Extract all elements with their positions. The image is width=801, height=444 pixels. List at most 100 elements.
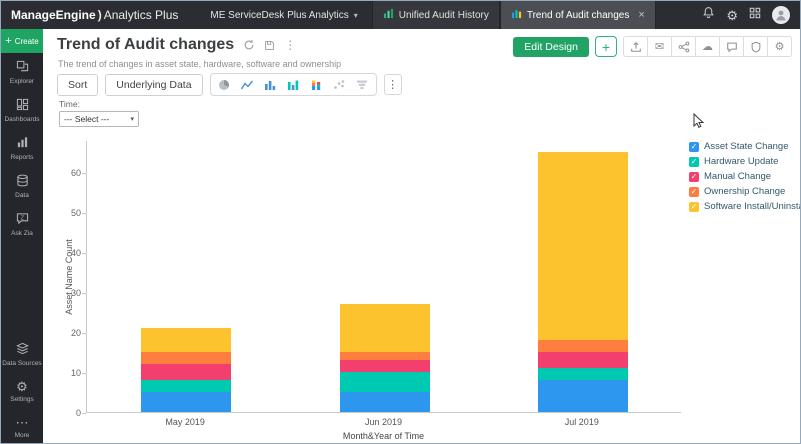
legend-label: Manual Change [704, 171, 771, 182]
bar-segment[interactable] [141, 380, 231, 392]
y-tick-label: 50 [47, 208, 81, 218]
bar-segment[interactable] [340, 352, 430, 360]
bar-segment[interactable] [538, 152, 628, 340]
close-icon[interactable]: × [638, 10, 644, 21]
stacked-bar[interactable] [538, 152, 628, 412]
bar-segment[interactable] [340, 392, 430, 412]
legend-checkbox[interactable]: ✓ [689, 187, 699, 197]
bar-segment[interactable] [141, 364, 231, 380]
bar-segment[interactable] [340, 304, 430, 352]
email-icon[interactable]: ✉ [647, 36, 672, 57]
comment-icon[interactable] [719, 36, 744, 57]
sidebar-item-explorer[interactable]: Explorer [1, 53, 43, 91]
x-axis-title: Month&Year of Time [86, 431, 681, 441]
legend-checkbox[interactable]: ✓ [689, 202, 699, 212]
dashboard-icon [16, 98, 29, 113]
y-tick-label: 10 [47, 368, 81, 378]
bar-segment[interactable] [538, 352, 628, 368]
x-category-label: Jul 2019 [483, 417, 681, 427]
time-filter-select[interactable]: --- Select --- ▾ [59, 111, 139, 127]
legend-label: Hardware Update [704, 156, 778, 167]
svg-text:Z: Z [20, 215, 24, 221]
plot-area [86, 141, 681, 413]
pie-chart-icon[interactable] [213, 75, 236, 94]
legend-item[interactable]: ✓Asset State Change [689, 141, 801, 152]
stacked-bar[interactable] [141, 328, 231, 412]
brand-name: ManageEngine [11, 8, 96, 22]
workspace-selector[interactable]: ME ServiceDesk Plus Analytics ▾ [196, 1, 371, 29]
settings-gear-icon[interactable]: ⚙ [767, 36, 792, 57]
workspace-label: ME ServiceDesk Plus Analytics [210, 10, 348, 21]
ask-zia-icon: Z [16, 212, 29, 227]
bar-segment[interactable] [141, 352, 231, 364]
user-avatar[interactable] [772, 6, 790, 24]
sidebar-item-label: Reports [11, 154, 34, 161]
edit-design-button[interactable]: Edit Design [513, 37, 589, 57]
share-icon[interactable] [671, 36, 696, 57]
y-tick-label: 0 [47, 408, 81, 418]
sort-button[interactable]: Sort [57, 74, 98, 96]
sidebar-item-data-sources[interactable]: Data Sources [1, 335, 43, 373]
bar-segment[interactable] [340, 360, 430, 372]
sidebar-item-ask-zia[interactable]: Z Ask Zia [1, 205, 43, 243]
bar-segment[interactable] [538, 380, 628, 412]
sidebar-item-reports[interactable]: Reports [1, 129, 43, 167]
sidebar-item-label: Data [15, 192, 29, 199]
stacked-bar-chart-icon[interactable] [305, 75, 328, 94]
chevron-down-icon: ▾ [354, 11, 358, 20]
bar-segment[interactable] [141, 328, 231, 352]
refresh-icon[interactable] [243, 39, 255, 51]
create-button[interactable]: + Create [1, 29, 43, 53]
save-icon[interactable] [264, 40, 275, 51]
sidebar-item-data[interactable]: Data [1, 167, 43, 205]
sidebar-item-label: Data Sources [2, 360, 41, 367]
stacked-bar[interactable] [340, 304, 430, 412]
sidebar-item-settings[interactable]: ⚙ Settings [1, 373, 43, 409]
bar-chart-blue-icon[interactable] [259, 75, 282, 94]
toolbar-more-icon[interactable]: ⋮ [384, 74, 402, 95]
bar-segment[interactable] [141, 392, 231, 412]
database-icon [16, 174, 29, 189]
legend-item[interactable]: ✓ Manual Change [689, 171, 801, 182]
bar-segment[interactable] [538, 340, 628, 352]
y-tick-label: 40 [47, 248, 81, 258]
alert-shield-icon[interactable] [743, 36, 768, 57]
cloud-icon[interactable]: ☁ [695, 36, 720, 57]
kebab-menu-icon[interactable]: ⋮ [284, 38, 296, 52]
sidebar-item-more[interactable]: ⋯ More [1, 409, 43, 444]
sidebar-item-label: Ask Zia [11, 230, 33, 237]
tab-unified-audit-history[interactable]: Unified Audit History [372, 1, 500, 29]
legend-checkbox[interactable]: ✓ [689, 142, 699, 152]
bar-chart-teal-icon[interactable] [282, 75, 305, 94]
legend-item[interactable]: ✓Software Install/Uninstall [689, 201, 801, 212]
apps-grid-icon[interactable] [749, 6, 761, 24]
add-button[interactable]: + [595, 36, 617, 57]
bar-segment[interactable] [340, 372, 430, 392]
line-chart-icon[interactable] [236, 75, 259, 94]
sidebar-item-dashboards[interactable]: Dashboards [1, 91, 43, 129]
bar-segment[interactable] [538, 368, 628, 380]
tab-strip: Unified Audit History Trend of Audit cha… [372, 1, 656, 29]
x-category-label: Jun 2019 [284, 417, 482, 427]
legend-checkbox[interactable]: ✓ [689, 157, 699, 167]
legend-item[interactable]: ✓Ownership Change [689, 186, 801, 197]
funnel-chart-icon[interactable] [351, 75, 374, 94]
bell-icon[interactable] [702, 6, 715, 24]
tab-trend-of-audit-changes[interactable]: Trend of Audit changes × [500, 1, 656, 29]
gear-icon: ⚙ [16, 380, 28, 393]
sidebar-item-label: Settings [10, 396, 34, 403]
create-button-label: Create [15, 37, 39, 46]
gear-icon[interactable]: ⚙ [726, 9, 738, 22]
report-tab-icon [511, 8, 522, 22]
y-tick-mark [82, 413, 86, 414]
chart-legend: ✓Asset State Change✓Hardware Update✓Manu… [689, 141, 801, 216]
export-icon[interactable] [623, 36, 648, 57]
scatter-chart-icon[interactable] [328, 75, 351, 94]
underlying-data-button[interactable]: Underlying Data [105, 74, 202, 96]
legend-checkbox[interactable]: ✓ [689, 172, 699, 182]
chevron-down-icon: ▾ [130, 115, 134, 123]
top-bar: ManageEngine ) Analytics Plus ME Service… [1, 1, 801, 29]
y-tick-label: 20 [47, 328, 81, 338]
sidebar-item-label: Dashboards [4, 116, 39, 123]
legend-item[interactable]: ✓ Hardware Update [689, 156, 801, 167]
